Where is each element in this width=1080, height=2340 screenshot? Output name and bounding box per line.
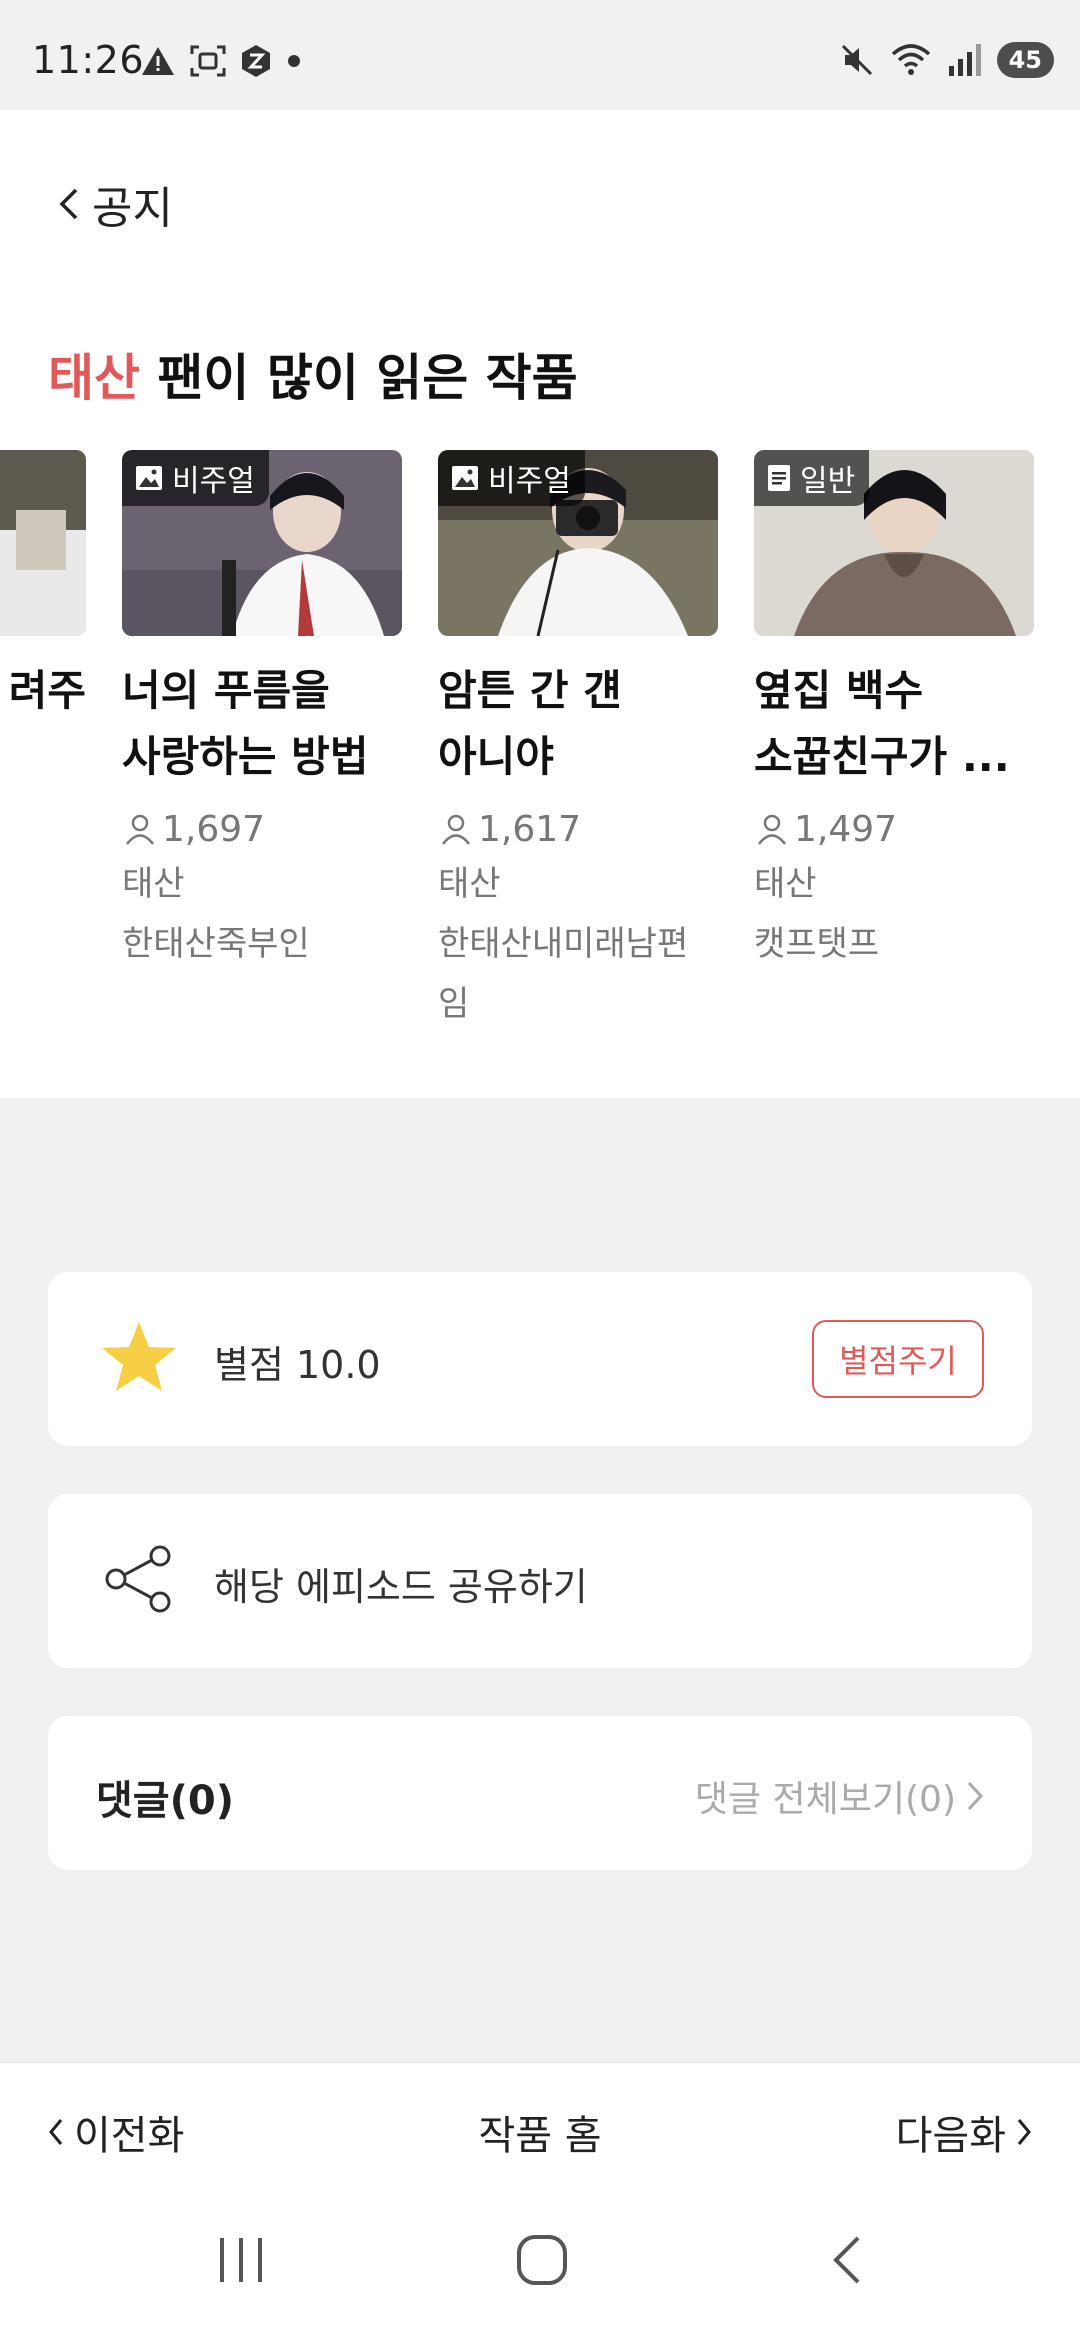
card-title: 암튼 간 걘 아니야 xyxy=(438,666,622,781)
recommend-card[interactable]: 비주얼 너의 푸름을 사랑하는 방법 1,697 태산 한태산죽부인 xyxy=(122,450,402,974)
recommend-card-partial[interactable]: 려주 xyxy=(0,450,86,724)
chevron-right-icon xyxy=(1017,2119,1031,2145)
document-icon xyxy=(768,465,790,491)
card-badge: 비주얼 xyxy=(438,450,585,506)
card-genre: 태산 xyxy=(754,864,817,904)
person-icon xyxy=(758,814,786,845)
card-badge-label: 비주얼 xyxy=(488,464,571,499)
recommend-carousel[interactable]: 려주 비주얼 너의 푸름을 사랑하는 방법 1,697 태산 한태산죽부인 비주… xyxy=(0,450,1080,1050)
section-title: 태산 팬이 많이 읽은 작품 xyxy=(48,338,578,410)
card-views-count: 1,697 xyxy=(162,808,266,850)
recommend-card[interactable]: 비주얼 암튼 간 걘 아니야 1,617 태산 한태산내미래남편 임 xyxy=(438,450,718,1034)
card-thumbnail xyxy=(0,450,86,636)
card-thumbnail: 비주얼 xyxy=(122,450,402,636)
card-badge: 비주얼 xyxy=(122,450,269,506)
card-badge: 일반 xyxy=(754,450,870,506)
battery-icon: 45 xyxy=(996,42,1054,78)
card-badge-label: 일반 xyxy=(800,464,856,499)
recommend-card[interactable]: 일반 옆집 백수 소꿉친구가 ... 1,497 태산 캣프탯프 xyxy=(754,450,1034,974)
card-title: 려주 xyxy=(8,666,86,715)
next-episode-button[interactable]: 다음화 xyxy=(896,2103,1032,2161)
card-views-count: 1,617 xyxy=(478,808,582,850)
card-views: 1,697 xyxy=(122,804,402,854)
card-genre: 태산 xyxy=(438,864,501,904)
card-views-count: 1,497 xyxy=(794,808,898,850)
comments-title: 댓글(0) xyxy=(96,1778,234,1824)
card-author: 한태산죽부인 xyxy=(122,924,310,964)
dot-icon xyxy=(288,55,300,67)
screenshot-icon xyxy=(190,45,226,77)
section-title-rest: 팬이 많이 읽은 작품 xyxy=(140,349,578,407)
card-thumbnail: 일반 xyxy=(754,450,1034,636)
z-app-icon xyxy=(242,45,270,77)
wifi-icon xyxy=(891,44,930,75)
person-icon xyxy=(126,814,154,845)
card-badge-label: 비주얼 xyxy=(172,464,255,499)
rating-score: 별점 10.0 xyxy=(214,1343,381,1387)
view-all-comments-label: 댓글 전체보기(0) xyxy=(694,1779,956,1820)
signal-icon xyxy=(948,44,981,76)
share-icon xyxy=(105,1545,171,1613)
rate-button[interactable]: 별점주기 xyxy=(812,1320,984,1398)
comments-card: 댓글(0) 댓글 전체보기(0) xyxy=(48,1716,1032,1870)
card-views: 1,497 xyxy=(754,804,1034,854)
image-icon xyxy=(452,466,478,490)
star-icon xyxy=(102,1322,176,1391)
card-thumbnail: 비주얼 xyxy=(438,450,718,636)
next-episode-label: 다음화 xyxy=(895,2113,1006,2159)
content-panel: 공지 태산 팬이 많이 읽은 작품 려주 비주얼 너의 푸름을 사랑하는 방법 xyxy=(0,110,1080,1098)
rating-card: 별점 10.0 별점주기 xyxy=(48,1272,1032,1446)
back-nav-icon[interactable] xyxy=(826,2232,866,2288)
card-title: 옆집 백수 소꿉친구가 ... xyxy=(754,666,1010,781)
recent-apps-icon[interactable] xyxy=(214,2232,268,2288)
view-all-comments-link[interactable]: 댓글 전체보기(0) xyxy=(695,1770,984,1822)
chevron-right-icon xyxy=(967,1781,984,1811)
system-nav-bar xyxy=(0,2192,1080,2340)
mute-icon xyxy=(841,44,872,76)
card-genre: 태산 xyxy=(122,864,185,904)
back-label: 공지 xyxy=(92,183,173,234)
status-notification-icons xyxy=(140,44,302,78)
status-system-icons: 45 xyxy=(839,42,1054,78)
chevron-left-icon xyxy=(59,188,78,220)
card-author: 한태산내미래남편 임 xyxy=(438,924,689,1024)
episode-nav-bar: 이전화 작품 홈 다음화 xyxy=(0,2062,1080,2192)
card-author: 캣프탯프 xyxy=(754,924,880,964)
section-title-highlight: 태산 xyxy=(48,349,140,407)
battery-level: 45 xyxy=(1008,46,1042,74)
card-views: 1,617 xyxy=(438,804,718,854)
back-button[interactable]: 공지 xyxy=(56,172,173,236)
home-icon[interactable] xyxy=(514,2232,570,2288)
image-icon xyxy=(136,466,162,490)
share-label: 해당 에피소드 공유하기 xyxy=(214,1565,588,1609)
status-time: 11:26 xyxy=(32,38,145,82)
card-title: 너의 푸름을 사랑하는 방법 xyxy=(122,666,369,781)
person-icon xyxy=(442,814,470,845)
warning-icon xyxy=(142,47,174,75)
status-bar: 11:26 45 xyxy=(0,0,1080,110)
share-episode-button[interactable]: 해당 에피소드 공유하기 xyxy=(48,1494,1032,1668)
